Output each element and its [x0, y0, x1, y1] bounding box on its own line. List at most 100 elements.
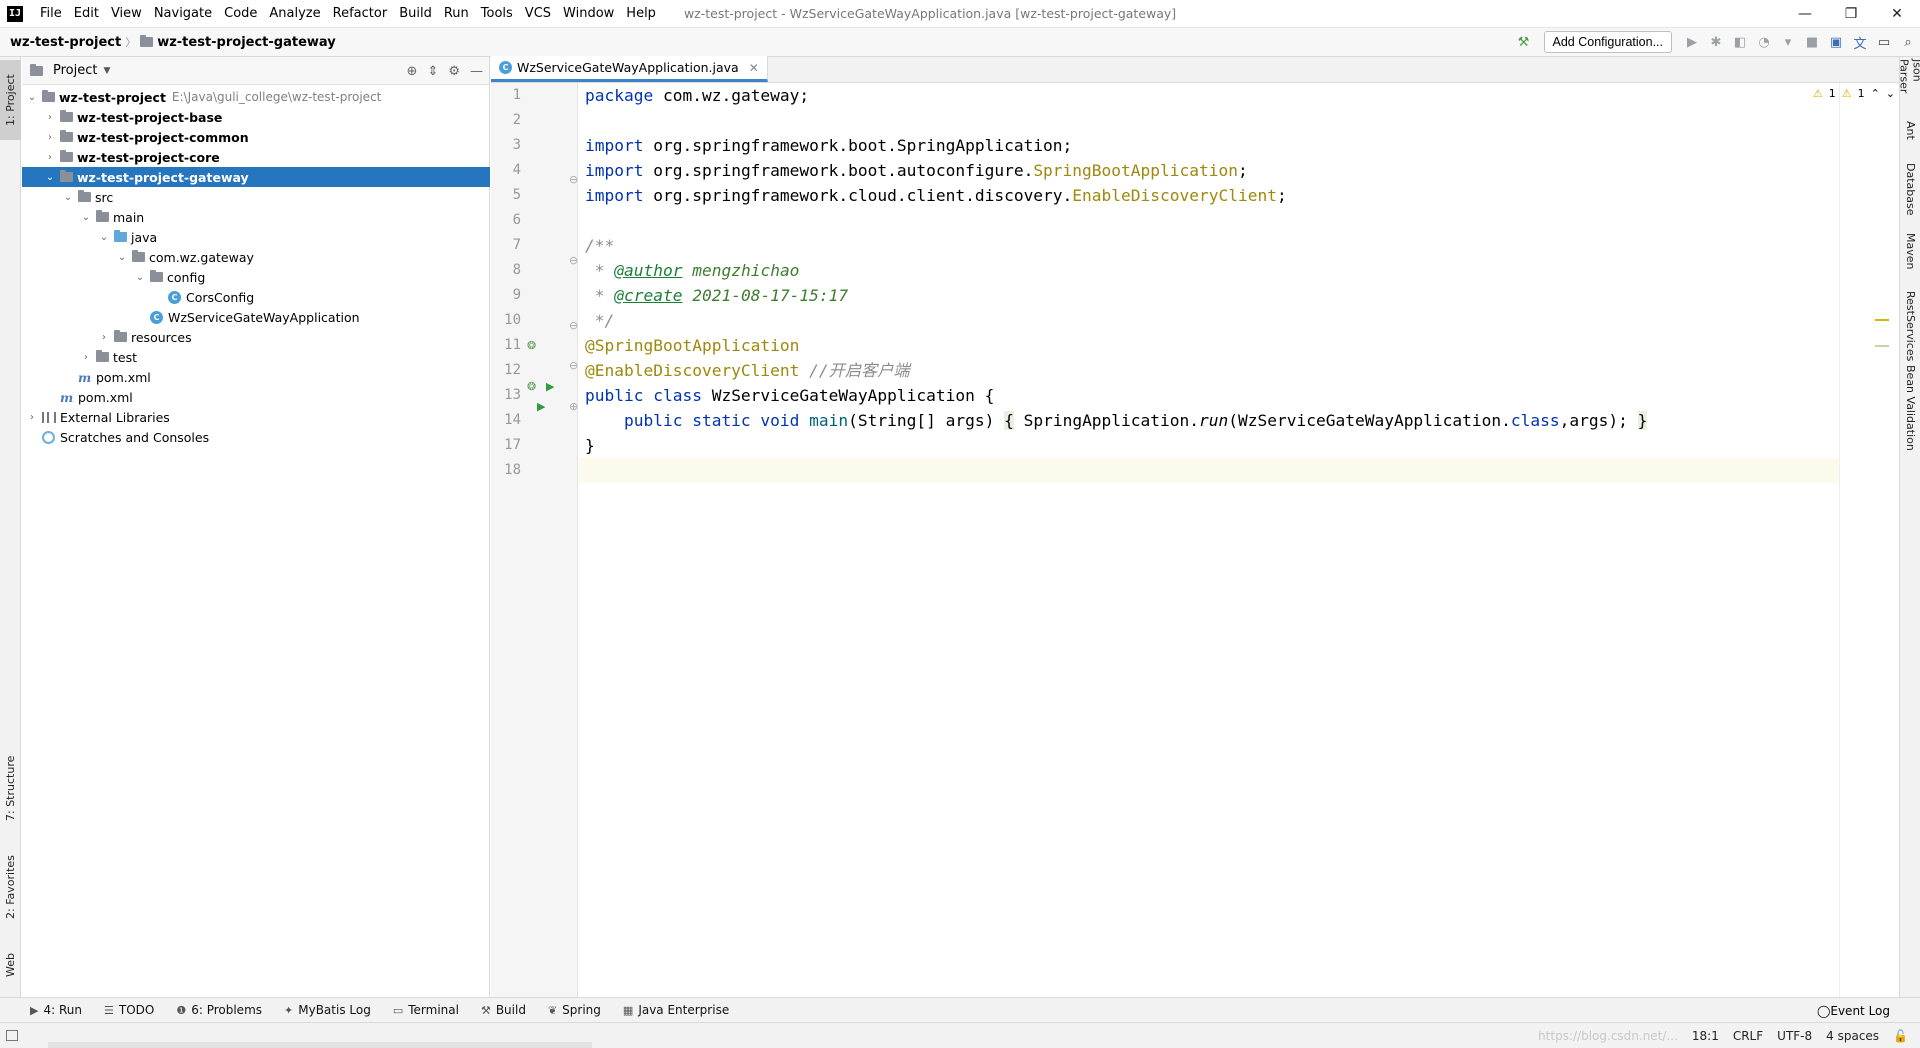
tree-item[interactable]: › External Libraries: [22, 407, 490, 427]
run-gutter-icon[interactable]: ▶: [546, 374, 554, 399]
chevron-down-icon[interactable]: ⌄: [116, 252, 128, 263]
code-line-8[interactable]: * @author mengzhichao: [579, 258, 1839, 283]
bottom-tool-2[interactable]: ❶ 6: Problems: [176, 1003, 262, 1017]
tool-tab-maven[interactable]: Maven: [1900, 233, 1920, 279]
code-line-1[interactable]: package com.wz.gateway;: [579, 83, 1839, 108]
code-line-7[interactable]: /**: [579, 233, 1839, 258]
bottom-tool-1[interactable]: ☰ TODO: [104, 1003, 154, 1017]
tree-item[interactable]: ⌄ java: [22, 227, 490, 247]
chevron-down-icon[interactable]: ⌄: [26, 92, 38, 103]
lock-icon[interactable]: 🔓: [1893, 1029, 1908, 1043]
code-line-5[interactable]: import org.springframework.cloud.client.…: [579, 183, 1839, 208]
stop-icon[interactable]: ■: [1800, 30, 1824, 54]
chevron-down-icon[interactable]: ⌄: [98, 232, 110, 243]
chevron-down-icon[interactable]: ⌄: [44, 172, 56, 183]
chevron-down-icon[interactable]: ⌄: [1886, 87, 1895, 100]
menu-analyze[interactable]: Analyze: [263, 6, 326, 21]
project-panel-title[interactable]: Project: [53, 63, 97, 78]
folded-brace[interactable]: {: [1004, 411, 1014, 430]
tree-item[interactable]: › wz-test-project-base: [22, 107, 490, 127]
profile-icon[interactable]: ◔: [1752, 30, 1776, 54]
code-line-10[interactable]: */: [579, 308, 1839, 333]
menu-window[interactable]: Window: [557, 6, 620, 21]
tree-item[interactable]: Scratches and Consoles: [22, 427, 490, 447]
menu-vcs[interactable]: VCS: [519, 6, 557, 21]
tree-item[interactable]: ⌄ src: [22, 187, 490, 207]
spring-bean-icon[interactable]: ❂: [527, 374, 536, 399]
tree-item[interactable]: › wz-test-project-core: [22, 147, 490, 167]
debug-icon[interactable]: ✱: [1704, 30, 1728, 54]
menu-tools[interactable]: Tools: [475, 6, 519, 21]
bottom-tool-5[interactable]: ⚒ Build: [481, 1003, 526, 1017]
fold-icon[interactable]: ⊖: [569, 313, 578, 338]
tool-tab-json-parser[interactable]: Json Parser: [1898, 59, 1920, 111]
bottom-tool-6[interactable]: ❦ Spring: [548, 1003, 601, 1017]
tree-item[interactable]: m pom.xml: [22, 367, 490, 387]
tree-item[interactable]: ⌄ wz-test-project E:\Java\guli_college\wz-…: [22, 87, 490, 107]
fold-icon[interactable]: ⊖: [569, 248, 578, 273]
indent-setting[interactable]: 4 spaces: [1826, 1029, 1879, 1043]
file-encoding[interactable]: UTF-8: [1777, 1029, 1812, 1043]
code-line-3[interactable]: import org.springframework.boot.SpringAp…: [579, 133, 1839, 158]
menu-run[interactable]: Run: [438, 6, 475, 21]
chevron-right-icon[interactable]: ›: [44, 152, 56, 163]
menu-refactor[interactable]: Refactor: [327, 6, 394, 21]
event-log-button[interactable]: ◯ Event Log: [1817, 998, 1890, 1023]
warning-marker[interactable]: [1875, 319, 1889, 321]
chevron-up-icon[interactable]: ⌃: [1871, 87, 1880, 100]
menu-file[interactable]: File: [34, 6, 68, 21]
chevron-down-icon[interactable]: ⌄: [80, 212, 92, 223]
fold-icon[interactable]: ⊖: [569, 353, 578, 378]
tree-item[interactable]: ⌄ wz-test-project-gateway: [22, 167, 490, 187]
tree-item[interactable]: › test: [22, 347, 490, 367]
tool-tab-web[interactable]: Web: [0, 943, 21, 987]
tool-tab-restservices[interactable]: RestServices: [1900, 291, 1920, 361]
code-line-18-current[interactable]: [579, 458, 1839, 483]
close-tab-icon[interactable]: ✕: [749, 61, 759, 75]
code-line-13[interactable]: public class WzServiceGateWayApplication…: [579, 383, 1839, 408]
code-line-11[interactable]: @SpringBootApplication: [579, 333, 1839, 358]
tree-item[interactable]: ⌄ main: [22, 207, 490, 227]
chevron-down-icon[interactable]: ⌄: [134, 272, 146, 283]
code-line-17[interactable]: }: [579, 433, 1839, 458]
code-line-9[interactable]: * @create 2021-08-17-15:17: [579, 283, 1839, 308]
search-icon[interactable]: ⌕: [1896, 30, 1920, 54]
fold-icon[interactable]: ⊖: [569, 167, 578, 192]
menu-view[interactable]: View: [105, 6, 148, 21]
gear-icon[interactable]: ⚙: [448, 64, 460, 79]
tree-item[interactable]: C CorsConfig: [22, 287, 490, 307]
locate-icon[interactable]: ⊕: [407, 64, 418, 79]
close-icon[interactable]: ✕: [1874, 0, 1920, 28]
menu-build[interactable]: Build: [393, 6, 438, 21]
more-run-icon[interactable]: ▾: [1776, 30, 1800, 54]
tree-item[interactable]: › resources: [22, 327, 490, 347]
tool-tab-project[interactable]: 1: Project: [0, 60, 21, 140]
folded-brace[interactable]: }: [1637, 411, 1648, 430]
editor-scrollbar-area[interactable]: ⚠ 1 ⚠ 1 ⌃ ⌄: [1813, 83, 1899, 997]
tree-item[interactable]: C WzServiceGateWayApplication: [22, 307, 490, 327]
minimize-icon[interactable]: —: [1782, 0, 1828, 28]
tool-tab-database[interactable]: Database: [1900, 163, 1920, 221]
chevron-right-icon[interactable]: ›: [44, 132, 56, 143]
code-line-12[interactable]: @EnableDiscoveryClient //开启客户端: [579, 358, 1839, 383]
menu-code[interactable]: Code: [218, 6, 263, 21]
code-area[interactable]: package com.wz.gateway; import org.sprin…: [579, 83, 1839, 997]
menu-help[interactable]: Help: [620, 6, 662, 21]
run-icon[interactable]: ▶: [1680, 30, 1704, 54]
code-line-4[interactable]: import org.springframework.boot.autoconf…: [579, 158, 1839, 183]
bottom-tool-0[interactable]: ▶ 4: Run: [30, 1003, 82, 1017]
tool-tab-favorites[interactable]: 2: Favorites: [0, 849, 21, 925]
collapse-all-icon[interactable]: ⇕: [427, 64, 438, 79]
bottom-tool-4[interactable]: ▭ Terminal: [393, 1003, 459, 1017]
add-configuration-button[interactable]: Add Configuration...: [1543, 31, 1672, 53]
menu-navigate[interactable]: Navigate: [148, 6, 218, 21]
tool-tab-bean-validation[interactable]: Bean Validation: [1900, 365, 1920, 453]
restore-icon[interactable]: ❐: [1828, 0, 1874, 28]
chevron-right-icon[interactable]: ›: [80, 352, 92, 363]
run-gutter-icon[interactable]: ▶: [537, 394, 545, 419]
chevron-right-icon[interactable]: ›: [98, 332, 110, 343]
spring-bean-icon[interactable]: ❂: [527, 333, 536, 358]
hide-panel-icon[interactable]: —: [470, 64, 483, 79]
tree-item[interactable]: › wz-test-project-common: [22, 127, 490, 147]
presentation-icon[interactable]: ▭: [1872, 30, 1896, 54]
